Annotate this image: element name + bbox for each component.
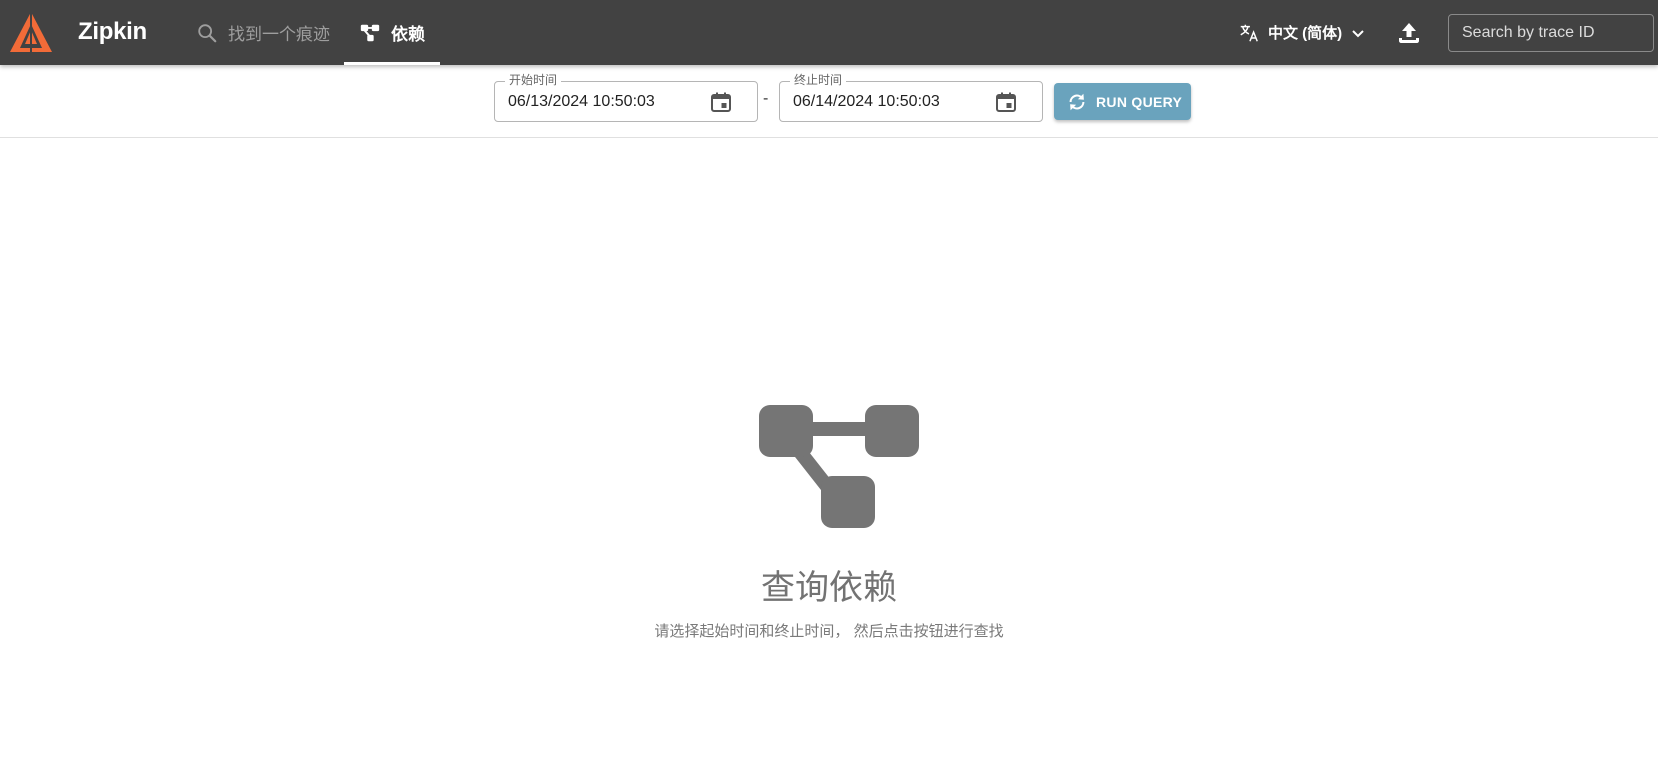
active-tab-indicator — [344, 62, 440, 65]
refresh-icon — [1069, 93, 1085, 110]
run-query-label: RUN QUERY — [1096, 93, 1183, 110]
tab-dependencies[interactable]: 依赖 — [344, 0, 440, 65]
dependencies-icon — [360, 24, 380, 41]
start-time-field[interactable]: 开始时间 06/13/2024 10:50:03 — [494, 73, 758, 122]
chevron-down-icon — [1352, 29, 1364, 37]
tab-find-trace[interactable]: 找到一个痕迹 — [196, 0, 344, 65]
calendar-icon[interactable] — [994, 90, 1018, 114]
app-bar: Zipkin 找到一个痕迹 依赖 中文 (简体) — [0, 0, 1658, 65]
end-time-field[interactable]: 终止时间 06/14/2024 10:50:03 — [779, 73, 1043, 122]
end-time-value[interactable]: 06/14/2024 10:50:03 — [793, 93, 940, 111]
date-range-separator: - — [763, 90, 769, 107]
search-icon — [198, 23, 217, 42]
start-time-label: 开始时间 — [505, 73, 562, 87]
translate-icon — [1240, 24, 1258, 42]
query-toolbar: 开始时间 06/13/2024 10:50:03 终止时间 06/14/2024… — [0, 65, 1658, 138]
language-selector[interactable]: 中文 (简体) — [1238, 0, 1368, 65]
end-time-label: 终止时间 — [790, 73, 847, 87]
empty-state-title: 查询依赖 — [761, 569, 897, 607]
upload-icon[interactable] — [1396, 20, 1422, 46]
run-query-button[interactable]: RUN QUERY — [1054, 83, 1191, 120]
language-label: 中文 (简体) — [1268, 25, 1343, 42]
tab-find-trace-label: 找到一个痕迹 — [228, 25, 330, 44]
brand-name[interactable]: Zipkin — [78, 18, 147, 46]
calendar-icon[interactable] — [709, 90, 733, 114]
empty-state-subtitle: 请选择起始时间和终止时间， 然后点击按钮进行查找 — [654, 623, 1004, 640]
dependency-graph-icon — [759, 405, 919, 528]
zipkin-logo-icon[interactable] — [8, 10, 54, 56]
trace-id-search-input[interactable] — [1448, 14, 1654, 52]
tab-dependencies-label: 依赖 — [391, 25, 425, 44]
start-time-value[interactable]: 06/13/2024 10:50:03 — [508, 93, 655, 111]
